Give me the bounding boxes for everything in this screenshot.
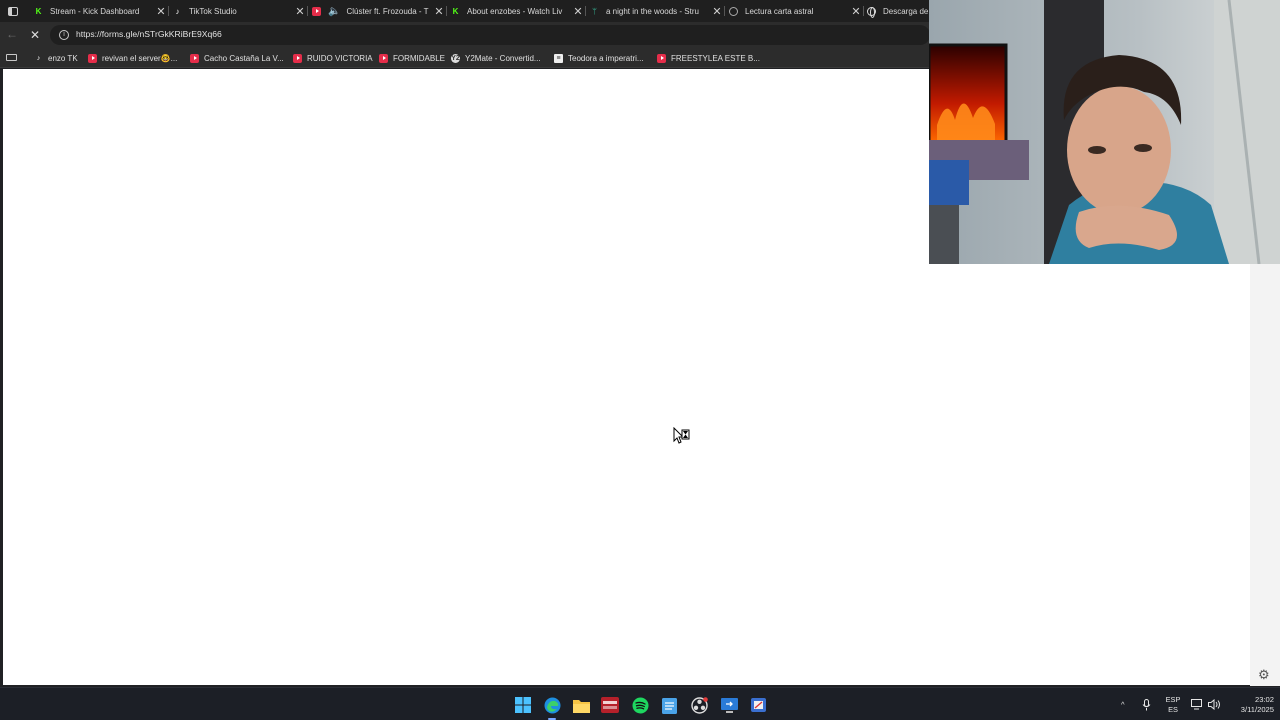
bookmark-ruido-victoria[interactable]: RUIDO VICTORIA (293, 51, 373, 65)
gear-icon[interactable]: ⚙ (1258, 667, 1270, 683)
y2mate-icon: Y2 (451, 53, 460, 63)
system-clock[interactable]: 23:02 3/11/2025 (1226, 695, 1274, 715)
close-tab-icon[interactable]: ✕ (849, 5, 863, 18)
bookmark-label: FORMIDABLE (393, 53, 446, 63)
obs-icon[interactable] (690, 696, 708, 714)
close-tab-icon[interactable]: ✕ (154, 5, 168, 18)
bookmark-label: Teodora a imperatri... (568, 53, 644, 63)
tab-title: Stream - Kick Dashboard (50, 6, 140, 16)
tab-actions-button[interactable] (2, 1, 24, 21)
volume-icon[interactable] (1208, 688, 1221, 720)
close-tab-icon[interactable]: ✕ (710, 5, 724, 18)
tab-descarga[interactable]: Descarga de (865, 1, 929, 21)
youtube-icon (293, 53, 302, 63)
clock-date: 3/11/2025 (1240, 705, 1274, 714)
tab-title: Lectura carta astral (745, 6, 814, 16)
bookmark-y2mate[interactable]: Y2 Y2Mate - Convertid... (451, 51, 541, 65)
bookmark-formidable[interactable]: FORMIDABLE (379, 51, 445, 65)
close-tab-icon[interactable]: ✕ (571, 5, 585, 18)
windows-start-icon[interactable] (514, 696, 532, 714)
tab-separator (446, 6, 447, 16)
youtube-icon (190, 53, 199, 63)
bookmark-freestylea[interactable]: FREESTYLEA ESTE B... (657, 51, 760, 65)
tab-actions-icon (8, 6, 18, 16)
tiktok-icon: ♪ (175, 6, 180, 16)
remote-desktop-icon[interactable] (720, 696, 738, 714)
youtube-icon (312, 6, 321, 16)
bookmark-label: FREESTYLEA ESTE B... (671, 53, 760, 63)
tab-tiktok-studio[interactable]: ♪ TikTok Studio ✕ (171, 1, 308, 21)
input-language-indicator[interactable]: ESP ES (1163, 695, 1183, 715)
browser-toolbar: ← ✕ i https://forms.gle/nSTrGkKRiBrE9Xq6… (0, 22, 930, 48)
apps-icon[interactable] (6, 54, 17, 61)
stop-loading-icon[interactable]: ✕ (30, 28, 40, 42)
bookmark-label: enzo TK (48, 53, 78, 63)
tab-title: Descarga de (883, 6, 929, 16)
file-explorer-icon[interactable] (572, 696, 590, 714)
keyboard-layout-code: ES (1168, 705, 1178, 714)
taskbar: ^ ESP ES 23:02 3/11/2025 (0, 687, 1280, 720)
busy-cursor-icon (673, 427, 690, 444)
tab-separator (307, 6, 308, 16)
notepad-icon[interactable] (660, 696, 678, 714)
side-panel-rail (1250, 264, 1280, 686)
webcam-feed-image (929, 0, 1280, 264)
bookmark-label: revivan el server🤓... (102, 53, 178, 63)
bookmark-label: Cacho Castaña La V... (204, 53, 284, 63)
kick-icon: K (35, 6, 42, 16)
bookmark-label: RUIDO VICTORIA (307, 53, 373, 63)
tab-carta-astral[interactable]: Lectura carta astral ✕ (727, 1, 864, 21)
url-text[interactable]: https://forms.gle/nSTrGkKRiBrE9Xq66 (76, 29, 222, 39)
tab-title: TikTok Studio (189, 6, 237, 16)
bookmark-label: Y2Mate - Convertid... (465, 53, 541, 63)
speaker-audio-icon[interactable]: 🔈 (328, 6, 340, 17)
edge-icon[interactable] (543, 696, 561, 720)
webcam-overlay (929, 0, 1280, 264)
spotify-icon[interactable] (631, 696, 649, 714)
document-icon: ≡ (554, 53, 563, 63)
close-tab-icon[interactable]: ✕ (293, 5, 307, 18)
bookmark-enzo-tk[interactable]: ♪ enzo TK (34, 51, 78, 65)
bookmark-teodora[interactable]: ≡ Teodora a imperatri... (554, 51, 644, 65)
address-bar[interactable]: i https://forms.gle/nSTrGkKRiBrE9Xq66 (50, 25, 930, 45)
show-hidden-icons-icon[interactable]: ^ (1121, 688, 1125, 720)
tab-separator (863, 6, 864, 16)
microphone-icon[interactable] (1142, 688, 1151, 720)
tab-kick-dashboard[interactable]: K Stream - Kick Dashboard ✕ (32, 1, 169, 21)
network-icon[interactable] (1191, 688, 1204, 720)
tab-title: About enzobes - Watch Liv (467, 6, 563, 16)
kick-icon: K (452, 6, 459, 16)
back-arrow-icon[interactable]: ← (6, 27, 18, 41)
clock-time: 23:02 (1254, 695, 1274, 704)
close-tab-icon[interactable]: ✕ (432, 5, 446, 18)
bookmarks-bar: ♪ enzo TK revivan el server🤓... Cacho Ca… (0, 48, 930, 68)
tab-title: Clúster ft. Frozouda - T (346, 6, 429, 16)
youtube-icon (657, 53, 666, 63)
tab-night-in-the-woods[interactable]: ᛘ a night in the woods - Stru ✕ (588, 1, 725, 21)
stream-app-icon[interactable] (601, 696, 619, 714)
youtube-icon (379, 53, 388, 63)
tab-title: a night in the woods - Stru (606, 6, 699, 16)
tab-separator (585, 6, 586, 16)
youtube-icon (88, 53, 97, 63)
strut-icon: ᛘ (592, 6, 597, 16)
circle-icon (729, 6, 738, 16)
snipping-tool-icon[interactable] (749, 696, 767, 714)
site-info-icon[interactable]: i (59, 30, 69, 40)
tab-separator (724, 6, 725, 16)
tab-about-enzobes[interactable]: K About enzobes - Watch Liv ✕ (449, 1, 586, 21)
language-code: ESP (1165, 695, 1181, 704)
bookmark-revivan-el-server[interactable]: revivan el server🤓... (88, 51, 177, 65)
tab-cluster-video[interactable]: 🔈 Clúster ft. Frozouda - T ✕ (310, 1, 447, 21)
tiktok-icon: ♪ (36, 54, 41, 62)
globe-icon (867, 6, 876, 18)
tab-separator (168, 6, 169, 16)
bookmark-cacho-castana[interactable]: Cacho Castaña La V... (190, 51, 284, 65)
